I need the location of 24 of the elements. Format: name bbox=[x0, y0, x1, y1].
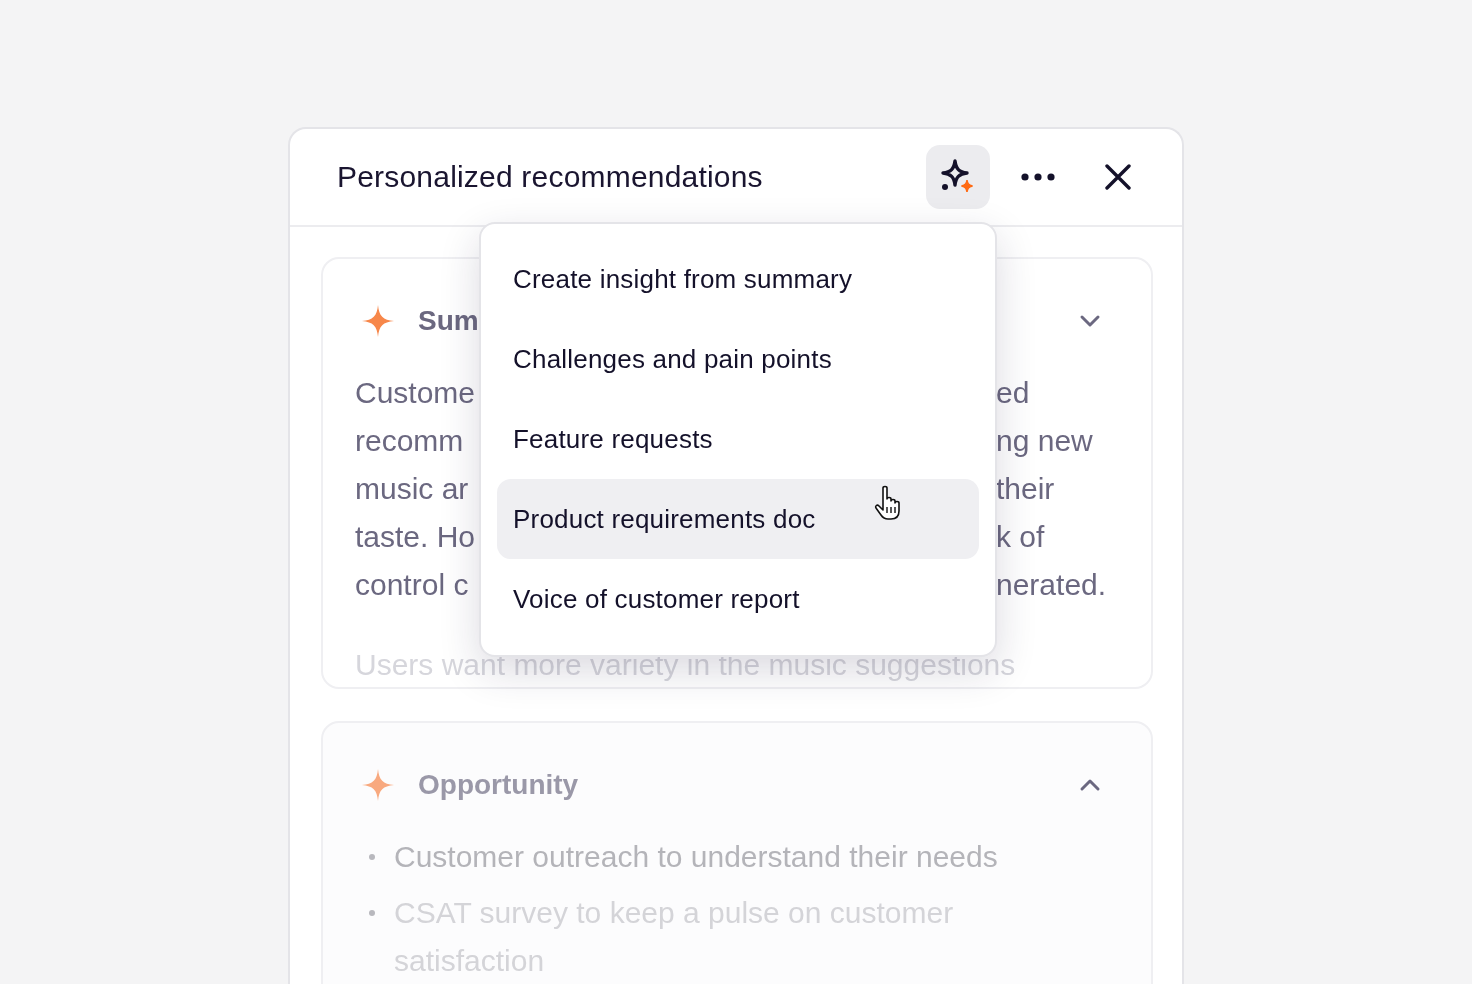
menu-item[interactable]: Voice of customer report bbox=[497, 559, 979, 639]
card-title: Opportunity bbox=[418, 769, 580, 801]
summary-text: music ar bbox=[355, 471, 470, 507]
summary-text: recomm bbox=[355, 423, 465, 459]
panel-title: Personalized recommendations bbox=[337, 160, 764, 194]
sparkle-icon bbox=[362, 305, 394, 337]
summary-text: k of bbox=[996, 519, 1046, 555]
summary-text: taste. Ho bbox=[355, 519, 477, 555]
more-icon bbox=[1021, 173, 1055, 181]
summary-text: their bbox=[996, 471, 1056, 507]
summary-text: Custome bbox=[355, 375, 477, 411]
menu-item[interactable]: Create insight from summary bbox=[497, 239, 979, 319]
summary-text: control c bbox=[355, 567, 470, 603]
summary-text: ng new bbox=[996, 423, 1094, 459]
sparkle-icon bbox=[362, 769, 394, 801]
summary-text: ed bbox=[996, 375, 1031, 411]
close-icon bbox=[1105, 164, 1131, 190]
card-title: Sum bbox=[418, 305, 480, 337]
summary-text: nerated. bbox=[996, 567, 1107, 603]
bullet-text: Customer outreach to understand their needs bbox=[394, 839, 998, 875]
menu-item[interactable]: Product requirements doc bbox=[497, 479, 979, 559]
menu-item[interactable]: Challenges and pain points bbox=[497, 319, 979, 399]
ai-actions-button[interactable] bbox=[926, 145, 990, 209]
menu-item[interactable]: Feature requests bbox=[497, 399, 979, 479]
